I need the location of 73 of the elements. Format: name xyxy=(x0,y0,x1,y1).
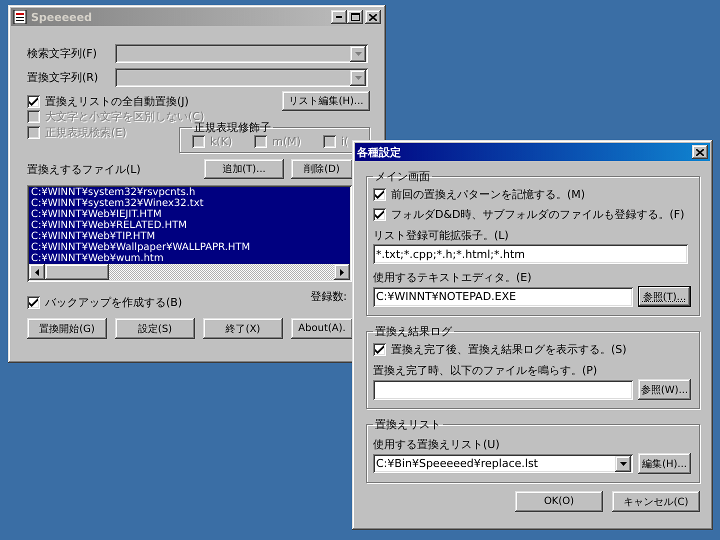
field-label: 置換文字列(R) xyxy=(27,71,100,84)
file-list-item[interactable]: C:¥WINNT¥Web¥wum.htm xyxy=(29,253,350,264)
text-field[interactable]: *.txt;*.cpp;*.h;*.html;*.htm xyxy=(373,244,688,264)
dialog-button[interactable]: OK(O) xyxy=(515,491,603,512)
checkbox[interactable] xyxy=(373,208,386,221)
window-title: 各種設定 xyxy=(357,146,402,158)
checkbox[interactable] xyxy=(27,94,40,108)
checkbox[interactable] xyxy=(373,343,386,356)
close-icon xyxy=(369,14,377,20)
group-title: 置換えリスト xyxy=(374,418,442,431)
checkbox-label: フォルダD&D時、サブフォルダのファイルも登録する。(F) xyxy=(391,208,684,221)
close-button[interactable] xyxy=(692,145,708,159)
text-field[interactable]: C:¥WINNT¥NOTEPAD.EXE xyxy=(373,286,633,306)
close-icon xyxy=(696,148,704,156)
field-label: 置換え完了時、以下のファイルを鳴らす。(P) xyxy=(373,364,598,377)
browse-button[interactable]: 参照(W)... xyxy=(638,379,691,400)
checkbox-label: バックアップを作成する(B) xyxy=(45,296,182,309)
add-button[interactable]: 追加(T)... xyxy=(204,159,284,179)
scrollbar-thumb[interactable] xyxy=(45,264,109,280)
action-button[interactable]: 設定(S) xyxy=(115,318,195,339)
checkbox[interactable] xyxy=(373,188,386,201)
file-list[interactable]: C:¥WINNT¥system32¥rsvpcnts.h C:¥WINNT¥system32¥Winex32.txt C:¥WINNT¥Web¥IEJIT.HTM C:¥WINNT¥Web¥RELATED.HTM C:¥WINNT¥Web¥TIP.HTM C:¥WINNT¥Web¥Wallpaper¥WALLPAPR.HTM C:¥WINNT¥Web¥wum.htm xyxy=(27,185,352,282)
close-button[interactable] xyxy=(365,10,381,24)
file-list-item[interactable]: C:¥WINNT¥system32¥rsvpcnts.h xyxy=(29,187,350,198)
field-label: 検索文字列(F) xyxy=(27,47,98,60)
list-edit-button[interactable]: リスト編集(H)... xyxy=(282,91,370,111)
dropdown-arrow-icon xyxy=(354,76,362,80)
checkbox-label: 置換え完了後、置換え結果ログを表示する。(S) xyxy=(391,343,627,356)
group-title: 置換え結果ログ xyxy=(374,325,454,338)
maximize-button[interactable] xyxy=(347,10,363,24)
window-title: Speeeeed xyxy=(31,10,93,24)
action-button[interactable]: 置換開始(G) xyxy=(27,318,107,339)
dropdown-arrow-icon xyxy=(354,52,362,56)
app-icon xyxy=(13,10,27,24)
scroll-right-button[interactable] xyxy=(334,264,350,280)
field-label: 使用するテキストエディタ。(E) xyxy=(373,271,533,284)
checkbox-label: 前回の置換えパターンを記憶する。(M) xyxy=(391,188,586,201)
text-field[interactable] xyxy=(373,380,633,400)
group-title: メイン画面 xyxy=(374,170,431,183)
count-label: 登録数: xyxy=(310,290,347,303)
file-list-item[interactable]: C:¥WINNT¥Web¥IEJIT.HTM xyxy=(29,209,350,220)
browse-button[interactable]: 参照(T)... xyxy=(638,286,691,307)
horizontal-scrollbar[interactable] xyxy=(29,264,350,280)
checkbox[interactable] xyxy=(27,296,40,309)
file-list-item[interactable]: C:¥WINNT¥Web¥Wallpaper¥WALLPAPR.HTM xyxy=(29,242,350,253)
maximize-icon xyxy=(350,13,360,21)
right-arrow-icon xyxy=(340,268,344,276)
delete-button[interactable]: 削除(D) xyxy=(291,159,353,179)
checkbox-label: k(K) xyxy=(210,135,232,148)
checkbox-label: m(M) xyxy=(272,135,301,148)
dropdown-arrow-icon xyxy=(620,462,626,466)
action-button[interactable]: 終了(X) xyxy=(203,318,283,339)
dialog-button[interactable]: キャンセル(C) xyxy=(612,491,700,512)
file-list-item[interactable]: C:¥WINNT¥system32¥Winex32.txt xyxy=(29,198,350,209)
file-list-item[interactable]: C:¥WINNT¥Web¥RELATED.HTM xyxy=(29,220,350,231)
minimize-icon xyxy=(336,16,342,18)
edit-button[interactable]: 編集(H)... xyxy=(638,453,691,474)
combo-box[interactable] xyxy=(115,44,368,63)
combo-box[interactable] xyxy=(115,68,368,87)
action-button[interactable]: About(A). xyxy=(291,318,353,339)
field-label: リスト登録可能拡張子。(L) xyxy=(373,229,510,242)
checkbox-label: 大文字と小文字を区別しない(C) xyxy=(45,110,204,123)
checkbox-label: 正規表現検索(E) xyxy=(45,126,127,139)
combo-box[interactable]: C:¥Bin¥Speeeeed¥replace.lst xyxy=(373,454,633,473)
scroll-left-button[interactable] xyxy=(29,264,45,280)
minimize-button[interactable] xyxy=(331,10,347,24)
checkbox-label: i( xyxy=(340,135,348,148)
field-label: 使用する置換えリスト(U) xyxy=(373,438,501,451)
file-list-item[interactable]: C:¥WINNT¥Web¥TIP.HTM xyxy=(29,231,350,242)
checkbox-label: 置換えリストの全自動置換(J) xyxy=(45,94,189,108)
list-label: 置換えするファイル(L) xyxy=(27,162,142,176)
left-arrow-icon xyxy=(35,268,39,276)
group-title: 正規表現修飾子 xyxy=(194,121,272,134)
